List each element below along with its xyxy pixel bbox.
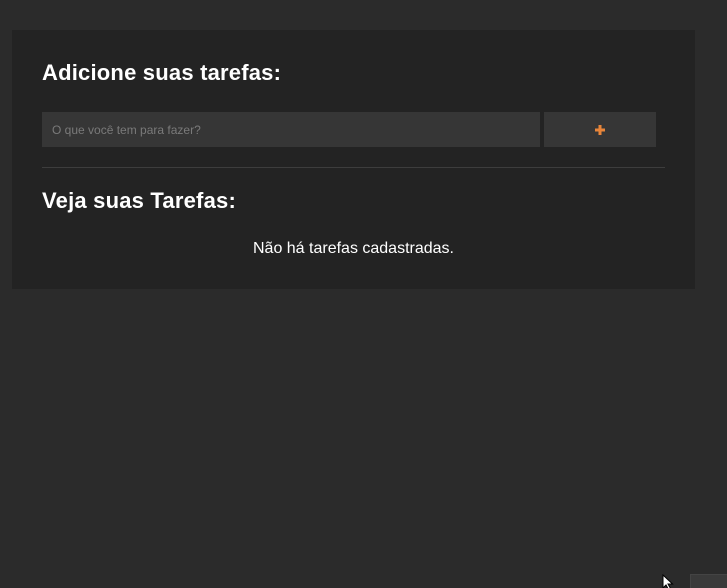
corner-tab[interactable] (690, 574, 727, 588)
tasks-list-title: Veja suas Tarefas: (42, 188, 236, 213)
todo-card: Adicione suas tarefas: Veja suas Tarefas… (12, 30, 695, 289)
add-task-button[interactable] (544, 112, 656, 147)
add-task-form (42, 112, 656, 147)
add-tasks-title: Adicione suas tarefas: (42, 60, 282, 85)
mouse-cursor-icon (662, 574, 674, 588)
section-divider (42, 167, 665, 168)
plus-icon (595, 124, 605, 135)
task-input[interactable] (42, 112, 540, 147)
page: Adicione suas tarefas: Veja suas Tarefas… (0, 0, 727, 588)
empty-tasks-message: Não há tarefas cadastradas. (252, 240, 454, 257)
